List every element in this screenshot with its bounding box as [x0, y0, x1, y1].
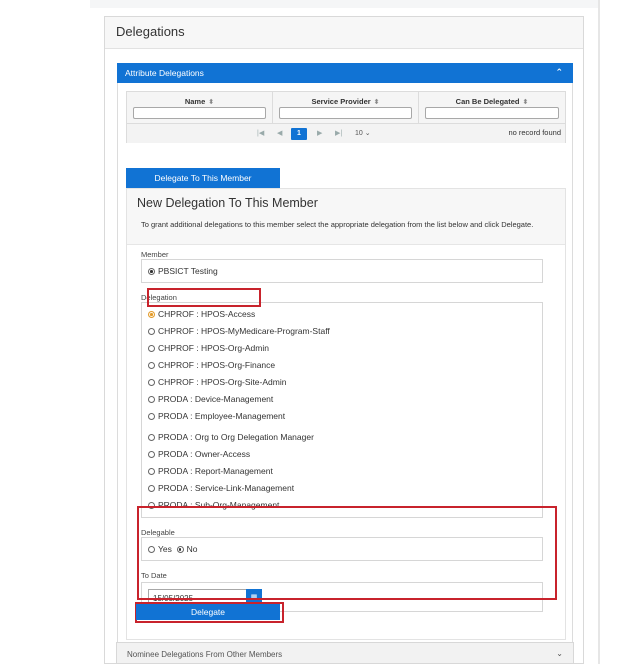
delegation-option-label: CHPROF : HPOS-Access [158, 309, 256, 319]
name-filter-input[interactable] [133, 107, 266, 119]
empty-message: no record found [508, 128, 561, 137]
delegation-option[interactable]: CHPROF : HPOS-Access [148, 309, 255, 319]
page-gutter [0, 0, 90, 664]
new-delegation-header: New Delegation To This Member To grant a… [127, 189, 565, 245]
column-header-label: Service Provider [311, 97, 371, 106]
last-page-icon[interactable]: ▶| [335, 129, 342, 137]
radio-icon[interactable] [148, 396, 155, 403]
radio-selected-icon[interactable] [148, 311, 155, 318]
grid-pager: |◀ ◀ 1 ▶ ▶| 10 ⌄ no record found [127, 125, 565, 143]
delegation-option[interactable]: PRODA : Employee-Management [148, 411, 285, 421]
radio-icon[interactable] [148, 345, 155, 352]
column-header-label: Can Be Delegated [455, 97, 520, 106]
highlight-delegable-date [137, 506, 557, 600]
current-page-button[interactable]: 1 [291, 128, 307, 140]
radio-icon[interactable] [148, 413, 155, 420]
chevron-up-icon[interactable]: ⌃ [555, 67, 563, 78]
nominee-delegations-header[interactable]: Nominee Delegations From Other Members ⌄ [116, 642, 574, 664]
delegation-list: CHPROF : HPOS-Access CHPROF : HPOS-MyMed… [141, 302, 543, 518]
sort-icon[interactable]: ⬍ [374, 99, 380, 106]
sort-icon[interactable]: ⬍ [522, 99, 528, 106]
delegate-button[interactable]: Delegate [136, 604, 280, 620]
radio-icon[interactable] [148, 379, 155, 386]
new-delegation-title: New Delegation To This Member [137, 196, 318, 210]
delegation-option[interactable]: PRODA : Org to Org Delegation Manager [148, 432, 314, 442]
radio-icon[interactable] [148, 451, 155, 458]
chevron-down-icon[interactable]: ⌄ [556, 649, 563, 658]
member-box: PBSICT Testing [141, 259, 543, 283]
delegation-option[interactable]: PRODA : Report-Management [148, 466, 273, 476]
delegation-option[interactable]: CHPROF : HPOS-MyMedicare-Program-Staff [148, 326, 330, 336]
delegation-option-label: CHPROF : HPOS-Org-Site-Admin [158, 377, 287, 387]
can-be-delegated-filter-input[interactable] [425, 107, 559, 119]
service-provider-filter-input[interactable] [279, 107, 412, 119]
page-divider [598, 0, 600, 664]
delegation-option-label: PRODA : Device-Management [158, 394, 274, 404]
radio-icon[interactable] [148, 485, 155, 492]
radio-selected-icon[interactable] [148, 268, 155, 275]
attribute-delegations-header[interactable]: Attribute Delegations ⌃ [117, 63, 573, 83]
delegations-panel: Delegations Attribute Delegations ⌃ Name… [104, 16, 584, 664]
member-value: PBSICT Testing [158, 266, 218, 276]
top-band [90, 0, 600, 8]
radio-icon[interactable] [148, 362, 155, 369]
delegation-option-label: PRODA : Owner-Access [158, 449, 251, 459]
member-option[interactable]: PBSICT Testing [148, 266, 218, 276]
prev-page-icon[interactable]: ◀ [277, 129, 282, 137]
delegation-option-label: CHPROF : HPOS-MyMedicare-Program-Staff [158, 326, 330, 336]
sort-icon[interactable]: ⬍ [208, 99, 214, 106]
delegate-to-member-button[interactable]: Delegate To This Member [126, 168, 280, 188]
nominee-delegations-title: Nominee Delegations From Other Members [127, 650, 283, 659]
delegation-option[interactable]: CHPROF : HPOS-Org-Admin [148, 343, 269, 353]
new-delegation-description: To grant additional delegations to this … [141, 220, 534, 229]
delegation-option[interactable]: PRODA : Device-Management [148, 394, 273, 404]
delegation-option-label: CHPROF : HPOS-Org-Finance [158, 360, 276, 370]
column-service-provider[interactable]: Service Provider ⬍ [273, 92, 419, 124]
delegation-option[interactable]: PRODA : Owner-Access [148, 449, 250, 459]
next-page-icon[interactable]: ▶ [317, 129, 322, 137]
first-page-icon[interactable]: |◀ [257, 129, 264, 137]
delegation-option[interactable]: PRODA : Service-Link-Management [148, 483, 294, 493]
delegation-option-label: PRODA : Org to Org Delegation Manager [158, 432, 314, 442]
radio-icon[interactable] [148, 468, 155, 475]
delegations-grid: Name ⬍ Service Provider ⬍ Can Be Delegated… [126, 91, 566, 143]
delegation-option-label: CHPROF : HPOS-Org-Admin [158, 343, 269, 353]
delegation-option[interactable]: CHPROF : HPOS-Org-Finance [148, 360, 275, 370]
highlight-selected-delegation [147, 288, 261, 307]
column-can-be-delegated[interactable]: Can Be Delegated ⬍ [419, 92, 565, 124]
page-size-value: 10 [355, 130, 363, 137]
radio-icon[interactable] [148, 328, 155, 335]
delegation-option-label: PRODA : Service-Link-Management [158, 483, 295, 493]
attribute-delegations-title: Attribute Delegations [125, 68, 204, 78]
delegation-option-label: PRODA : Report-Management [158, 466, 273, 476]
panel-title: Delegations [105, 17, 583, 49]
delegation-option[interactable]: CHPROF : HPOS-Org-Site-Admin [148, 377, 286, 387]
column-name[interactable]: Name ⬍ [127, 92, 273, 124]
chevron-down-icon: ⌄ [364, 130, 371, 137]
column-header-label: Name [184, 97, 206, 106]
delegation-option-label: PRODA : Employee-Management [158, 411, 286, 421]
grid-header: Name ⬍ Service Provider ⬍ Can Be Delegated… [127, 92, 565, 124]
page-size-select[interactable]: 10 ⌄ [355, 129, 371, 137]
radio-icon[interactable] [148, 434, 155, 441]
member-label: Member [141, 250, 169, 259]
